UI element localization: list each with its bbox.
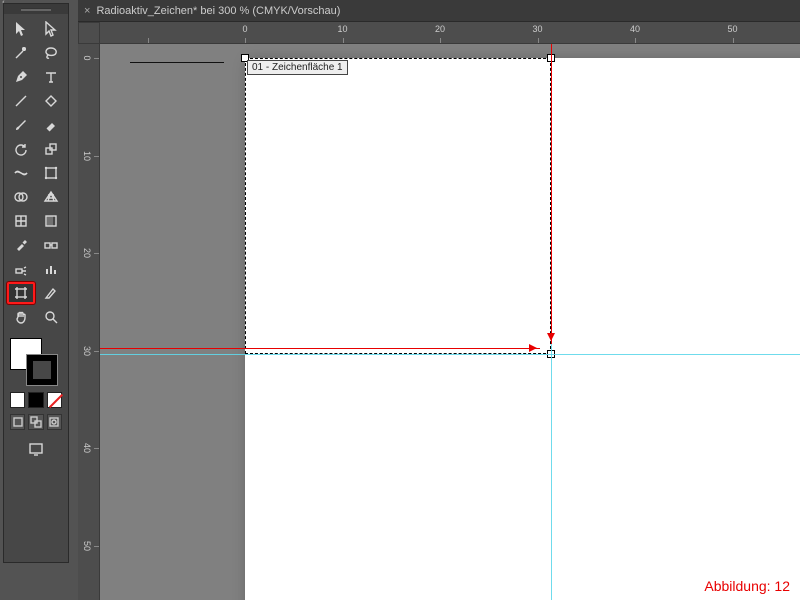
- document-area: × Radioaktiv_Zeichen* bei 300 % (CMYK/Vo…: [78, 0, 800, 600]
- rectangle-tool[interactable]: [37, 90, 65, 112]
- ruler-h-number: 50: [727, 24, 737, 34]
- canvas-viewport[interactable]: 01 - Zeichenfläche 1 Abbildung: 12: [100, 44, 800, 600]
- ruler-h-number: 40: [630, 24, 640, 34]
- app-root: ‹‹: [0, 0, 800, 600]
- color-mode-row: [4, 388, 68, 412]
- draw-normal[interactable]: [10, 414, 25, 430]
- tool-grid: [4, 14, 68, 332]
- direct-selection-tool[interactable]: [37, 18, 65, 40]
- ruler-horizontal[interactable]: 0102030405060: [100, 22, 800, 44]
- eraser-tool[interactable]: [37, 114, 65, 136]
- color-mode-solid[interactable]: [10, 392, 25, 408]
- draw-behind[interactable]: [28, 414, 43, 430]
- type-tool[interactable]: [37, 66, 65, 88]
- fill-stroke-swatches: [4, 332, 68, 388]
- selection-tool[interactable]: [7, 18, 35, 40]
- column-graph-tool[interactable]: [37, 258, 65, 280]
- blend-tool[interactable]: [37, 234, 65, 256]
- perspective-grid-tool[interactable]: [37, 186, 65, 208]
- close-icon[interactable]: ×: [84, 5, 90, 17]
- draw-modes: [4, 412, 68, 436]
- paintbrush-tool[interactable]: [7, 114, 35, 136]
- zoom-tool[interactable]: [37, 306, 65, 328]
- eyedropper-tool[interactable]: [7, 234, 35, 256]
- magic-wand-tool[interactable]: [7, 42, 35, 64]
- ruler-vertical[interactable]: 0102030405060: [78, 44, 100, 600]
- artboard-label[interactable]: 01 - Zeichenfläche 1: [247, 60, 348, 75]
- pen-tool[interactable]: [7, 66, 35, 88]
- guide-horizontal[interactable]: [100, 354, 800, 355]
- decorative-stripe: [130, 62, 224, 63]
- gradient-tool[interactable]: [37, 210, 65, 232]
- tool-palette: [3, 3, 69, 563]
- ruler-h-number: 20: [435, 24, 445, 34]
- symbol-sprayer-tool[interactable]: [7, 258, 35, 280]
- ruler-h-number: 0: [242, 24, 247, 34]
- ruler-v-number: 0: [82, 55, 92, 60]
- width-tool[interactable]: [7, 162, 35, 184]
- free-transform-tool[interactable]: [37, 162, 65, 184]
- lasso-tool[interactable]: [37, 42, 65, 64]
- rotate-tool[interactable]: [7, 138, 35, 160]
- ruler-v-number: 50: [82, 540, 92, 550]
- figure-caption: Abbildung: 12: [704, 578, 790, 594]
- color-mode-none[interactable]: [47, 392, 62, 408]
- ruler-v-number: 40: [82, 443, 92, 453]
- scale-tool[interactable]: [37, 138, 65, 160]
- annotation-arrow-horizontal: [100, 348, 540, 349]
- ruler-v-number: 20: [82, 248, 92, 258]
- screen-mode-button[interactable]: [24, 438, 48, 460]
- shape-builder-tool[interactable]: [7, 186, 35, 208]
- ruler-v-number: 30: [82, 345, 92, 355]
- ruler-v-number: 10: [82, 150, 92, 160]
- document-tab[interactable]: × Radioaktiv_Zeichen* bei 300 % (CMYK/Vo…: [78, 0, 800, 22]
- ruler-origin[interactable]: [78, 22, 100, 44]
- stroke-swatch[interactable]: [26, 354, 58, 386]
- color-mode-gradient[interactable]: [28, 392, 43, 408]
- document-title: Radioaktiv_Zeichen* bei 300 % (CMYK/Vors…: [96, 5, 340, 17]
- artboard[interactable]: [245, 58, 800, 600]
- line-tool[interactable]: [7, 90, 35, 112]
- ruler-h-number: 10: [337, 24, 347, 34]
- draw-inside[interactable]: [47, 414, 62, 430]
- ruler-h-number: 30: [532, 24, 542, 34]
- hand-tool[interactable]: [7, 306, 35, 328]
- slice-tool[interactable]: [37, 282, 65, 304]
- annotation-arrow-vertical: [551, 44, 552, 344]
- tool-palette-grip[interactable]: [4, 4, 68, 14]
- mesh-tool[interactable]: [7, 210, 35, 232]
- artboard-tool[interactable]: [7, 282, 35, 304]
